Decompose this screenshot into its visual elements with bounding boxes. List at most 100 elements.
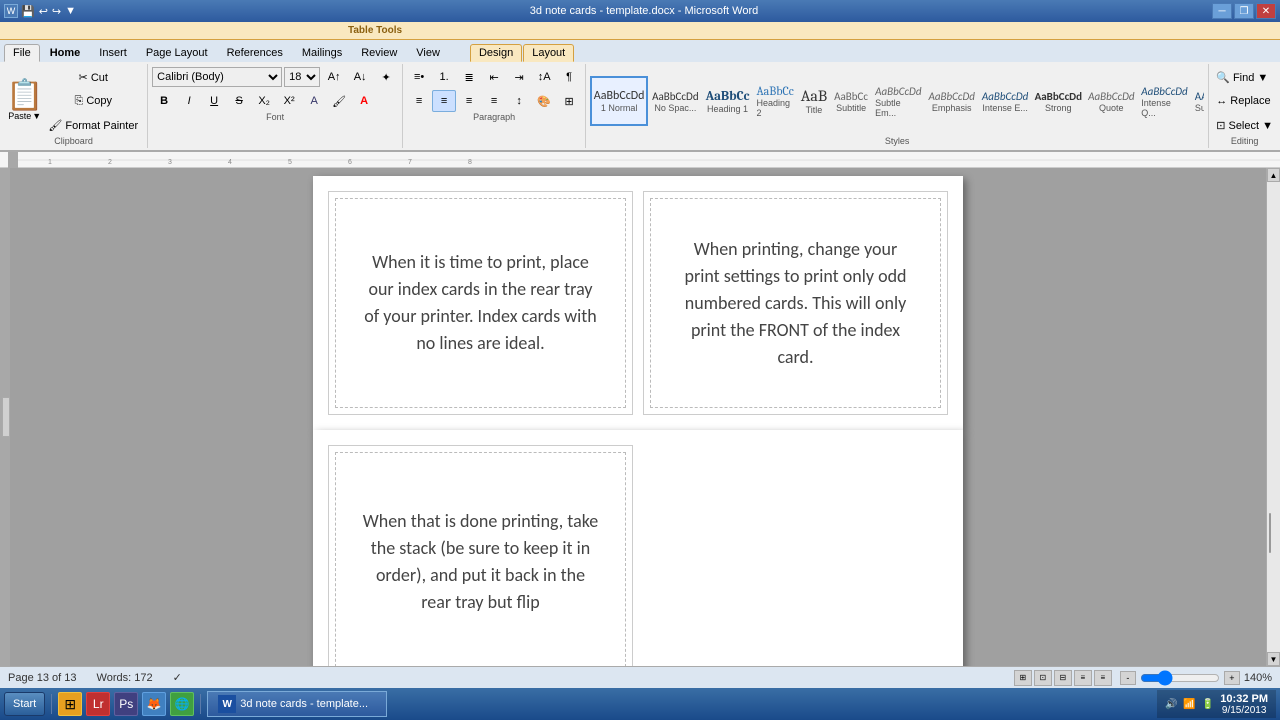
shrink-font-btn[interactable]: A↓ [348, 66, 372, 88]
shading-btn[interactable]: 🎨 [532, 90, 556, 112]
card-inner-2[interactable]: When printing, change your print setting… [650, 198, 941, 408]
left-scroll-hint[interactable] [2, 397, 10, 437]
find-btn[interactable]: 🔍 Find ▼ [1213, 66, 1271, 88]
bold-btn[interactable]: B [152, 90, 176, 112]
save-quick-btn[interactable]: 💾 [21, 5, 35, 18]
style-title[interactable]: AaB Title [798, 76, 830, 126]
taskbar-icon-windows[interactable]: ⊞ [58, 692, 82, 716]
taskbar-word-app[interactable]: W 3d note cards - template... [207, 691, 387, 717]
style-strong[interactable]: AaBbCcDd Strong [1032, 76, 1084, 126]
redo-quick-btn[interactable]: ↪ [52, 5, 61, 18]
view-buttons: ⊞ ⊡ ⊟ ≡ ≡ [1014, 670, 1112, 686]
show-para-btn[interactable]: ¶ [557, 66, 581, 88]
copy-button[interactable]: ⎘ Copy [45, 90, 141, 112]
card-grid-top: When it is time to print, place our inde… [328, 191, 948, 415]
style-no-space[interactable]: AaBbCcDd No Spac... [649, 76, 701, 126]
text-effects-btn[interactable]: A [302, 90, 326, 112]
cut-button[interactable]: ✂ Cut [45, 66, 141, 88]
close-btn[interactable]: ✕ [1256, 3, 1276, 19]
border-btn[interactable]: ⊞ [557, 90, 581, 112]
card-text-1: When it is time to print, place our inde… [361, 249, 600, 357]
taskbar-sep-2 [200, 694, 201, 714]
taskbar-icon-ps[interactable]: Ps [114, 692, 138, 716]
taskbar: Start ⊞ Lr Ps 🦊 🌐 W 3d note cards - temp… [0, 688, 1280, 720]
grow-font-btn[interactable]: A↑ [322, 66, 346, 88]
scroll-down-btn[interactable]: ▼ [1267, 652, 1280, 666]
style-heading2[interactable]: AaBbCc Heading 2 [753, 76, 796, 126]
full-screen-btn[interactable]: ⊡ [1034, 670, 1052, 686]
clear-format-btn[interactable]: ✦ [374, 66, 398, 88]
numbering-btn[interactable]: 1. [432, 66, 456, 88]
draft-btn[interactable]: ≡ [1094, 670, 1112, 686]
restore-btn[interactable]: ❐ [1234, 3, 1254, 19]
zoom-in-btn[interactable]: + [1224, 671, 1240, 685]
undo-quick-btn[interactable]: ↩ [39, 5, 48, 18]
print-layout-btn[interactable]: ⊞ [1014, 670, 1032, 686]
tab-review[interactable]: Review [352, 44, 406, 62]
tab-insert[interactable]: Insert [90, 44, 136, 62]
underline-btn[interactable]: U [202, 90, 226, 112]
superscript-btn[interactable]: X² [277, 90, 301, 112]
tab-design[interactable]: Design [470, 44, 522, 62]
strikethrough-btn[interactable]: S [227, 90, 251, 112]
tab-page-layout[interactable]: Page Layout [137, 44, 217, 62]
align-left-btn[interactable]: ≡ [407, 90, 431, 112]
taskbar-icon-chrome[interactable]: 🌐 [170, 692, 194, 716]
increase-indent-btn[interactable]: ⇥ [507, 66, 531, 88]
style-emphasis[interactable]: AaBbCcDd Emphasis [925, 76, 977, 126]
style-normal[interactable]: AaBbCcDd 1 Normal [590, 76, 648, 126]
text-highlight-btn[interactable]: 🖌 [327, 90, 351, 112]
style-intense-q[interactable]: AaBbCcDd Intense Q... [1138, 76, 1190, 126]
tray-icon-2[interactable]: 📶 [1183, 699, 1195, 710]
svg-text:8: 8 [468, 159, 472, 166]
tab-view[interactable]: View [407, 44, 449, 62]
qat-dropdown[interactable]: ▼ [65, 5, 76, 18]
start-button[interactable]: Start [4, 692, 45, 716]
tab-references[interactable]: References [218, 44, 292, 62]
style-subtle-ref[interactable]: AaBbCcDd Subtle Ref... [1192, 76, 1205, 126]
scroll-up-btn[interactable]: ▲ [1267, 168, 1280, 182]
decrease-indent-btn[interactable]: ⇤ [482, 66, 506, 88]
align-center-btn[interactable]: ≡ [432, 90, 456, 112]
paste-button[interactable]: 📋 [6, 81, 43, 111]
justify-btn[interactable]: ≡ [482, 90, 506, 112]
outline-btn[interactable]: ≡ [1074, 670, 1092, 686]
style-quote[interactable]: AaBbCcDd Quote [1085, 76, 1137, 126]
clock[interactable]: 10:32 PM 9/15/2013 [1220, 693, 1268, 716]
font-size-select[interactable]: 18 [284, 67, 320, 87]
replace-btn[interactable]: ↔ Replace [1213, 90, 1273, 112]
select-btn[interactable]: ⊡ Select ▼ [1213, 114, 1276, 136]
card-inner-3[interactable]: When that is done printing, take the sta… [335, 452, 626, 666]
subscript-btn[interactable]: X₂ [252, 90, 276, 112]
align-right-btn[interactable]: ≡ [457, 90, 481, 112]
style-subtle-em[interactable]: AaBbCcDd Subtle Em... [872, 76, 924, 126]
spell-check-icon[interactable]: ✓ [173, 671, 182, 684]
style-intense-e[interactable]: AaBbCcDd Intense E... [979, 76, 1031, 126]
tab-layout[interactable]: Layout [523, 44, 574, 62]
paste-dropdown[interactable]: ▼ [32, 111, 41, 121]
tab-home[interactable]: Home [41, 44, 90, 62]
taskbar-icon-lr[interactable]: Lr [86, 692, 110, 716]
italic-btn[interactable]: I [177, 90, 201, 112]
format-painter-button[interactable]: 🖌 Format Painter [45, 114, 141, 136]
font-name-select[interactable]: Calibri (Body) [152, 67, 282, 87]
tray-icon-3[interactable]: 🔋 [1202, 699, 1214, 710]
minimize-btn[interactable]: ─ [1212, 3, 1232, 19]
taskbar-icon-firefox[interactable]: 🦊 [142, 692, 166, 716]
tab-file[interactable]: File [4, 44, 40, 62]
tab-mailings[interactable]: Mailings [293, 44, 351, 62]
bullets-btn[interactable]: ≡• [407, 66, 431, 88]
font-color-btn[interactable]: A [352, 90, 376, 112]
line-spacing-btn[interactable]: ↕ [507, 90, 531, 112]
style-heading1[interactable]: AaBbCc Heading 1 [703, 76, 753, 126]
zoom-slider[interactable] [1140, 673, 1220, 683]
sort-btn[interactable]: ↕A [532, 66, 556, 88]
web-layout-btn[interactable]: ⊟ [1054, 670, 1072, 686]
multilevel-btn[interactable]: ≣ [457, 66, 481, 88]
scroll-track[interactable] [1267, 182, 1280, 652]
zoom-out-btn[interactable]: - [1120, 671, 1136, 685]
scroll-thumb[interactable] [1269, 513, 1271, 553]
card-inner-1[interactable]: When it is time to print, place our inde… [335, 198, 626, 408]
tray-icon-1[interactable]: 🔊 [1165, 699, 1177, 710]
style-subtitle[interactable]: AaBbCc Subtitle [831, 76, 871, 126]
